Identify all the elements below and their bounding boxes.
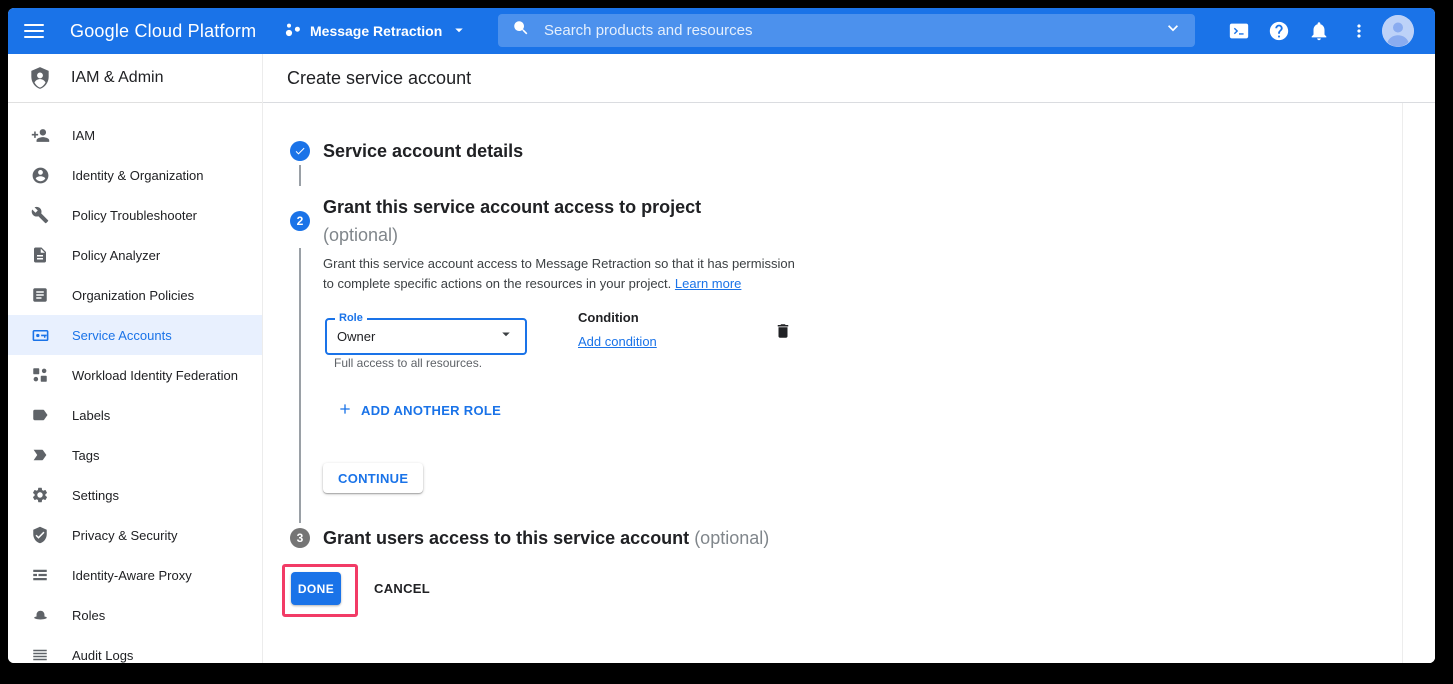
- step1-title: Service account details: [323, 137, 523, 165]
- chevron-down-icon[interactable]: [1163, 18, 1183, 43]
- role-field-label: Role: [335, 312, 367, 324]
- sidebar-item-label: Identity-Aware Proxy: [72, 568, 192, 583]
- cloud-shell-icon[interactable]: [1227, 19, 1251, 43]
- sidebar-item-privacy-security[interactable]: Privacy & Security: [8, 515, 262, 555]
- sidebar-item-label: Workload Identity Federation: [72, 368, 238, 383]
- sidebar-item-iam[interactable]: IAM: [8, 115, 262, 155]
- shield-check-icon: [30, 526, 50, 544]
- sidebar-item-label: Labels: [72, 408, 110, 423]
- tag-icon: [30, 446, 50, 464]
- role-select[interactable]: Role Owner: [325, 318, 527, 355]
- label-icon: [30, 406, 50, 424]
- help-icon[interactable]: [1267, 19, 1291, 43]
- sidebar-item-tags[interactable]: Tags: [8, 435, 262, 475]
- dropdown-arrow-icon: [497, 325, 515, 348]
- sidebar-item-workload-identity-federation[interactable]: Workload Identity Federation: [8, 355, 262, 395]
- sidebar-menu: IAM Identity & Organization Policy Troub…: [8, 103, 262, 663]
- top-app-bar: Google Cloud Platform Message Retraction: [8, 8, 1435, 54]
- sidebar-item-label: Privacy & Security: [72, 528, 177, 543]
- brand-title: Google Cloud Platform: [70, 8, 256, 54]
- sidebar-item-audit-logs[interactable]: Audit Logs: [8, 635, 262, 663]
- sidebar: IAM & Admin IAM Identity & Organization …: [8, 54, 263, 663]
- document-icon: [30, 246, 50, 264]
- done-button[interactable]: DONE: [291, 572, 341, 605]
- delete-role-icon[interactable]: [772, 320, 794, 342]
- search-input[interactable]: [542, 21, 1163, 40]
- step3-number-badge: 3: [290, 528, 310, 548]
- sidebar-item-labels[interactable]: Labels: [8, 395, 262, 435]
- lines-icon: [30, 646, 50, 663]
- hat-icon: [30, 606, 50, 625]
- sidebar-item-label: IAM: [72, 128, 95, 143]
- step2-optional-label: (optional): [323, 225, 398, 245]
- role-selected-value: Owner: [337, 329, 497, 344]
- sidebar-item-label: Tags: [72, 448, 99, 463]
- add-condition-link[interactable]: Add condition: [578, 334, 657, 349]
- create-service-account-form: Service account details 2 Grant this ser…: [263, 103, 1435, 663]
- avatar[interactable]: [1382, 15, 1414, 47]
- step2-description: Grant this service account access to Mes…: [323, 254, 805, 294]
- main-area: Create service account Service account d…: [263, 54, 1435, 663]
- sidebar-item-label: Service Accounts: [72, 328, 172, 343]
- step-connector: [299, 248, 301, 523]
- step1-complete-icon: [290, 141, 310, 161]
- cancel-button[interactable]: CANCEL: [368, 580, 436, 597]
- sidebar-item-label: Policy Troubleshooter: [72, 208, 197, 223]
- sidebar-item-settings[interactable]: Settings: [8, 475, 262, 515]
- step2-title-text: Grant this service account access to pro…: [323, 197, 701, 217]
- sidebar-item-policy-troubleshooter[interactable]: Policy Troubleshooter: [8, 195, 262, 235]
- sidebar-item-policy-analyzer[interactable]: Policy Analyzer: [8, 235, 262, 275]
- gear-icon: [30, 486, 50, 504]
- learn-more-link[interactable]: Learn more: [675, 276, 741, 291]
- striped-box-icon: [30, 566, 50, 584]
- list-box-icon: [30, 286, 50, 304]
- plus-icon: [337, 401, 353, 420]
- step3-title: Grant users access to this service accou…: [323, 524, 769, 552]
- project-selector[interactable]: Message Retraction: [280, 16, 472, 46]
- sidebar-item-identity-aware-proxy[interactable]: Identity-Aware Proxy: [8, 555, 262, 595]
- scrollbar[interactable]: [1402, 103, 1403, 663]
- add-another-role-button[interactable]: ADD ANOTHER ROLE: [331, 397, 507, 424]
- shield-person-icon: [27, 65, 53, 91]
- step3-optional-label: (optional): [694, 528, 769, 548]
- sidebar-header: IAM & Admin: [8, 54, 262, 103]
- person-add-icon: [30, 126, 50, 145]
- sidebar-item-service-accounts[interactable]: Service Accounts: [8, 315, 262, 355]
- caret-down-icon: [450, 21, 468, 42]
- sidebar-item-label: Roles: [72, 608, 105, 623]
- sidebar-item-label: Settings: [72, 488, 119, 503]
- continue-button[interactable]: CONTINUE: [323, 463, 423, 493]
- browser-viewport: Google Cloud Platform Message Retraction: [8, 8, 1435, 663]
- step2-number-badge: 2: [290, 211, 310, 231]
- project-name: Message Retraction: [310, 23, 442, 39]
- notifications-icon[interactable]: [1307, 19, 1331, 43]
- sidebar-item-label: Organization Policies: [72, 288, 194, 303]
- condition-label: Condition: [578, 310, 639, 325]
- body-row: IAM & Admin IAM Identity & Organization …: [8, 54, 1435, 663]
- page-header: Create service account: [263, 54, 1435, 103]
- sidebar-item-label: Identity & Organization: [72, 168, 204, 183]
- role-helper-text: Full access to all resources.: [334, 356, 482, 370]
- sidebar-item-roles[interactable]: Roles: [8, 595, 262, 635]
- sidebar-item-label: Policy Analyzer: [72, 248, 160, 263]
- page-title: Create service account: [287, 68, 471, 89]
- step2-title: Grant this service account access to pro…: [323, 193, 701, 249]
- step3-title-text: Grant users access to this service accou…: [323, 528, 689, 548]
- search-icon: [512, 19, 530, 42]
- sidebar-item-identity-organization[interactable]: Identity & Organization: [8, 155, 262, 195]
- sidebar-item-organization-policies[interactable]: Organization Policies: [8, 275, 262, 315]
- wrench-icon: [30, 206, 50, 224]
- sidebar-title: IAM & Admin: [71, 69, 163, 87]
- step-connector: [299, 165, 301, 186]
- search-bar[interactable]: [498, 14, 1195, 47]
- shapes-grid-icon: [30, 366, 50, 384]
- badge-icon: [30, 326, 50, 345]
- project-dots-icon: [284, 21, 302, 42]
- sidebar-item-label: Audit Logs: [72, 648, 133, 663]
- person-circle-icon: [30, 166, 50, 185]
- hamburger-menu-icon[interactable]: [24, 19, 48, 43]
- more-vert-icon[interactable]: [1347, 19, 1371, 43]
